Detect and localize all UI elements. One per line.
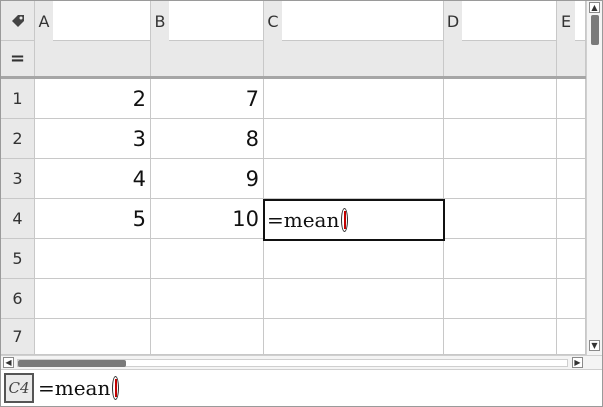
column-header-c[interactable]: C <box>264 1 444 41</box>
cell-a6[interactable] <box>35 279 151 319</box>
row-header-6[interactable]: 6 <box>1 279 35 319</box>
cell-c7[interactable] <box>264 319 444 355</box>
entry-cursor-icon <box>112 376 120 400</box>
column-letter-b: B <box>151 1 169 41</box>
column-header-e[interactable]: E <box>557 1 586 41</box>
row-header-3[interactable]: 3 <box>1 159 35 199</box>
cell-e3[interactable] <box>557 159 586 199</box>
formula-cell-c[interactable] <box>264 41 444 76</box>
cell-reference-box: C4 <box>4 373 34 403</box>
cell-d3[interactable] <box>444 159 557 199</box>
column-header-b[interactable]: B <box>151 1 264 41</box>
row-header-1[interactable]: 1 <box>1 79 35 119</box>
column-letter-a: A <box>35 1 53 41</box>
cell-e5[interactable] <box>557 239 586 279</box>
cell-b4[interactable]: 10 <box>151 199 264 239</box>
entry-line-text: =mean <box>38 376 111 400</box>
vertical-scrollbar[interactable]: ▲ ▼ <box>586 1 602 355</box>
cell-d5[interactable] <box>444 239 557 279</box>
cell-e7[interactable] <box>557 319 586 355</box>
cell-a7[interactable] <box>35 319 151 355</box>
cell-a5[interactable] <box>35 239 151 279</box>
cell-d6[interactable] <box>444 279 557 319</box>
text-cursor-icon <box>341 208 349 232</box>
column-letter-e: E <box>557 1 575 41</box>
cell-e2[interactable] <box>557 119 586 159</box>
vertical-scroll-thumb[interactable] <box>591 15 599 45</box>
formula-cell-e[interactable] <box>557 41 586 76</box>
cell-e1[interactable] <box>557 79 586 119</box>
scroll-right-arrow-icon[interactable]: ▶ <box>572 357 583 368</box>
cell-c4-text: =mean <box>267 208 340 232</box>
row-header-7[interactable]: 7 <box>1 319 35 355</box>
cell-d1[interactable] <box>444 79 557 119</box>
cell-b6[interactable] <box>151 279 264 319</box>
formula-cell-b[interactable] <box>151 41 264 76</box>
cell-a4[interactable]: 5 <box>35 199 151 239</box>
scroll-down-arrow-icon[interactable]: ▼ <box>589 340 600 351</box>
tag-icon-svg <box>11 14 24 27</box>
row-header-2[interactable]: 2 <box>1 119 35 159</box>
cell-b2[interactable]: 8 <box>151 119 264 159</box>
cell-a1[interactable]: 2 <box>35 79 151 119</box>
cell-b3[interactable]: 9 <box>151 159 264 199</box>
entry-line-input[interactable]: =mean <box>38 376 120 400</box>
tag-icon[interactable] <box>1 1 35 41</box>
cell-e4[interactable] <box>557 199 586 239</box>
cell-c3[interactable] <box>264 159 444 199</box>
spreadsheet-app: A B C D E = 1 2 7 2 3 8 3 4 9 4 5 10 =me… <box>0 0 603 407</box>
cell-b1[interactable]: 7 <box>151 79 264 119</box>
horizontal-scrollbar[interactable]: ◀ ▶ <box>1 355 602 369</box>
formula-cell-d[interactable] <box>444 41 557 76</box>
row-header-4[interactable]: 4 <box>1 199 35 239</box>
column-header-a[interactable]: A <box>35 1 151 41</box>
column-letter-d: D <box>444 1 462 41</box>
cell-e6[interactable] <box>557 279 586 319</box>
formula-cell-a[interactable] <box>35 41 151 76</box>
formula-row-label: = <box>1 41 35 76</box>
cell-a3[interactable]: 4 <box>35 159 151 199</box>
cell-b5[interactable] <box>151 239 264 279</box>
column-letter-c: C <box>264 1 282 41</box>
cell-d7[interactable] <box>444 319 557 355</box>
entry-line[interactable]: C4 =mean <box>1 369 602 406</box>
cell-d2[interactable] <box>444 119 557 159</box>
formula-row: = <box>1 41 586 79</box>
cell-c1[interactable] <box>264 79 444 119</box>
cell-c4-editing[interactable]: =mean <box>263 199 445 241</box>
cell-c6[interactable] <box>264 279 444 319</box>
horizontal-scroll-thumb[interactable] <box>18 360 126 367</box>
cell-c2[interactable] <box>264 119 444 159</box>
cell-a2[interactable]: 3 <box>35 119 151 159</box>
scroll-left-arrow-icon[interactable]: ◀ <box>3 357 14 368</box>
cell-c5[interactable] <box>264 239 444 279</box>
cell-b7[interactable] <box>151 319 264 355</box>
column-header-row: A B C D E <box>1 1 603 41</box>
scroll-up-arrow-icon[interactable]: ▲ <box>589 2 600 13</box>
cell-d4[interactable] <box>444 199 557 239</box>
row-header-5[interactable]: 5 <box>1 239 35 279</box>
column-header-d[interactable]: D <box>444 1 557 41</box>
